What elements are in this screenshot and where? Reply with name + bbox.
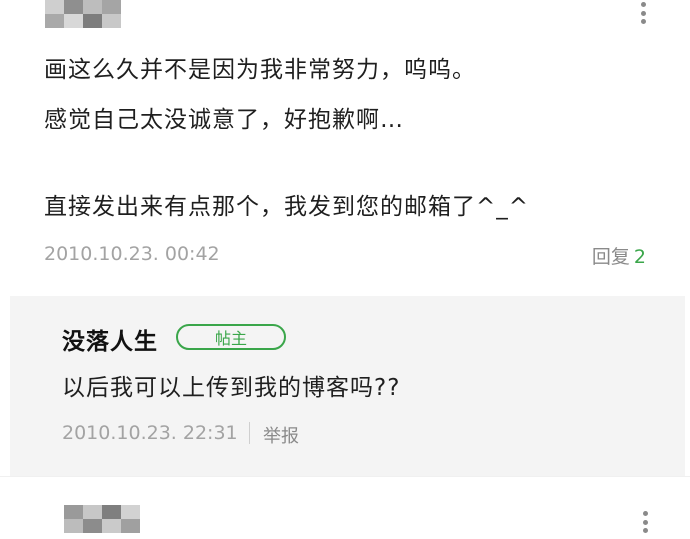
op-badge: 帖主 [176, 324, 286, 350]
more-vertical-icon[interactable] [640, 2, 646, 24]
avatar[interactable] [45, 0, 121, 28]
reply-timestamp: 2010.10.23. 22:31 [62, 422, 238, 444]
reply-text: 以后我可以上传到我的博客吗?? [62, 375, 401, 401]
reply-box: 没落人生 帖主 以后我可以上传到我的博客吗?? 2010.10.23. 22:3… [10, 296, 685, 476]
divider [249, 422, 250, 444]
divider [0, 476, 690, 477]
reply-author[interactable]: 没落人生 [62, 322, 158, 356]
post-text-line: 直接发出来有点那个，我发到您的邮箱了^_^ [44, 194, 530, 220]
reply-button[interactable]: 回复 2 [592, 242, 646, 269]
report-button[interactable]: 举报 [263, 422, 299, 448]
post-timestamp: 2010.10.23. 00:42 [44, 243, 220, 265]
reply-label: 回复 [591, 246, 630, 268]
more-vertical-icon[interactable] [642, 511, 648, 533]
avatar[interactable] [64, 505, 140, 533]
reply-count: 2 [633, 246, 646, 268]
post-text-line: 画这么久并不是因为我非常努力，呜呜。 [44, 57, 476, 83]
post-text-line: 感觉自己太没诚意了，好抱歉啊… [44, 107, 404, 133]
